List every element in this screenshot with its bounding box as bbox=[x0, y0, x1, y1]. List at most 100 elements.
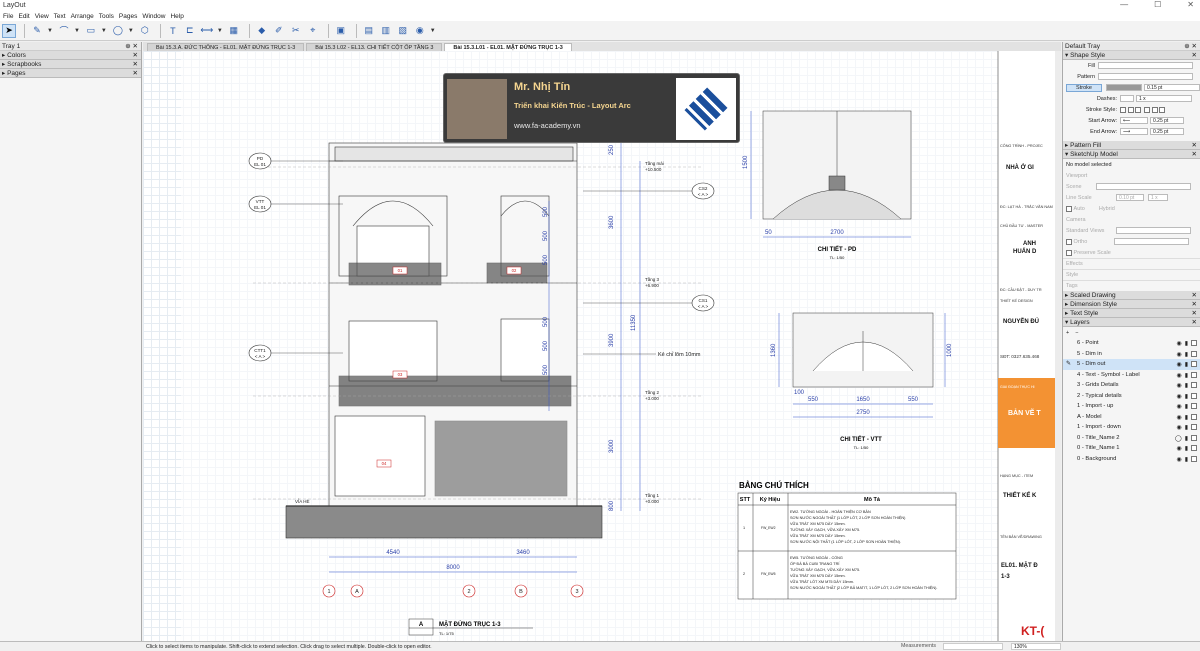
tab-doc-1[interactable]: Bài 15.3.A. ĐỨC THÔNG - EL01. MẶT ĐỨNG T… bbox=[147, 43, 305, 51]
measurements-input[interactable] bbox=[943, 643, 1003, 650]
layer-item[interactable]: 0 - Title_Name 1 ◉ ▮ bbox=[1063, 443, 1200, 454]
panel-scaled-drawing[interactable]: ▸ Scaled Drawing ✕ bbox=[1063, 291, 1200, 300]
menu-edit[interactable]: Edit bbox=[18, 13, 29, 20]
start-arrow-field[interactable]: ⟵ bbox=[1120, 117, 1148, 124]
line-tool-icon[interactable]: ✎ bbox=[30, 24, 44, 38]
arc-tool-icon[interactable]: ⌒ bbox=[57, 24, 71, 38]
menu-pages[interactable]: Pages bbox=[119, 13, 137, 20]
label-tool-icon[interactable]: ⊏ bbox=[183, 24, 197, 38]
layer-item[interactable]: 0 - Title_Name 2 ◯ ▮ bbox=[1063, 433, 1200, 444]
close-icon[interactable]: ✕ bbox=[1192, 300, 1197, 308]
menu-view[interactable]: View bbox=[35, 13, 49, 20]
start-arrow-size[interactable]: 0.25 pt bbox=[1150, 117, 1184, 124]
shared-icon[interactable] bbox=[1191, 371, 1197, 378]
minimize-button[interactable]: — bbox=[1120, 0, 1128, 9]
tags-label[interactable]: Tags bbox=[1066, 283, 1078, 289]
layer-item-selected[interactable]: ✎ 5 - Dim out ◉ ▮ bbox=[1063, 359, 1200, 370]
scene-select[interactable] bbox=[1096, 183, 1191, 190]
lock-icon[interactable]: ▮ bbox=[1185, 372, 1188, 379]
eye-icon[interactable]: ◉ bbox=[1176, 351, 1181, 358]
tab-doc-2[interactable]: Bài 15.3 L02 - EL13. CHI TIẾT CỘT ỐP TẦN… bbox=[306, 43, 443, 51]
shared-icon[interactable] bbox=[1191, 413, 1197, 420]
line-scale-x[interactable]: 1 x bbox=[1148, 194, 1168, 201]
eye-hidden-icon[interactable]: ◯ bbox=[1175, 435, 1182, 442]
document-icon[interactable]: ▥ bbox=[379, 24, 393, 38]
lock-icon[interactable]: ▮ bbox=[1185, 340, 1188, 347]
shared-icon[interactable] bbox=[1191, 382, 1197, 388]
circle-tool-icon[interactable]: ◯ bbox=[111, 24, 125, 38]
render-mode[interactable]: Hybrid bbox=[1099, 206, 1115, 212]
cap-round-icon[interactable] bbox=[1127, 106, 1134, 113]
join-round-icon[interactable] bbox=[1151, 106, 1158, 113]
panel-colors[interactable]: ▸ Colors ✕ bbox=[0, 51, 141, 60]
dimension-tool-icon[interactable]: ⟷ bbox=[200, 24, 214, 38]
lock-icon[interactable]: ▮ bbox=[1185, 361, 1188, 368]
layer-item[interactable]: 3 - Grids Details ◉ ▮ bbox=[1063, 380, 1200, 391]
remove-layer-icon[interactable]: − bbox=[1075, 330, 1078, 336]
panel-scrapbooks[interactable]: ▸ Scrapbooks ✕ bbox=[0, 60, 141, 69]
panel-shape-style[interactable]: ▾ Shape Style ✕ bbox=[1063, 51, 1200, 60]
zoom-select[interactable]: 130% bbox=[1011, 643, 1061, 650]
fill-swatch[interactable] bbox=[1098, 62, 1193, 69]
tray-pin-icon[interactable]: ⊕ ✕ bbox=[125, 42, 138, 50]
layer-item[interactable]: 0 - Background ◉ ▮ bbox=[1063, 454, 1200, 465]
layer-item[interactable]: 1 - Import - up ◉ ▮ bbox=[1063, 401, 1200, 412]
layer-item[interactable]: 1 - Import - down ◉ ▮ bbox=[1063, 422, 1200, 433]
close-icon[interactable]: ✕ bbox=[133, 51, 138, 59]
panel-dimension-style[interactable]: ▸ Dimension Style ✕ bbox=[1063, 300, 1200, 309]
layer-item[interactable]: 6 - Point ◉ ▮ bbox=[1063, 338, 1200, 349]
lock-icon[interactable]: ▮ bbox=[1185, 382, 1188, 389]
cap-square-icon[interactable] bbox=[1135, 106, 1142, 113]
ortho-scale-select[interactable] bbox=[1113, 238, 1189, 245]
shared-icon[interactable] bbox=[1191, 350, 1197, 357]
close-icon[interactable]: ✕ bbox=[1192, 309, 1197, 317]
menu-text[interactable]: Text bbox=[54, 13, 66, 20]
join-miter-icon[interactable] bbox=[1144, 106, 1151, 113]
shared-icon[interactable] bbox=[1191, 434, 1197, 441]
eraser-tool-icon[interactable]: ◆ bbox=[255, 24, 269, 38]
stroke-width-field[interactable]: 0.15 pt bbox=[1144, 84, 1200, 91]
menu-file[interactable]: File bbox=[3, 13, 13, 20]
close-icon[interactable]: ✕ bbox=[1192, 318, 1197, 326]
eye-icon[interactable]: ◉ bbox=[1176, 361, 1181, 368]
drawing-canvas[interactable]: Tầng mái +10.500 Tầng 3 +6.900 Tầng 2 +3… bbox=[143, 51, 1061, 641]
eye-icon[interactable]: ◉ bbox=[1176, 414, 1181, 421]
add-page-icon[interactable]: ▤ bbox=[362, 24, 376, 38]
eye-icon[interactable]: ◉ bbox=[1176, 382, 1181, 389]
dash-scale-field[interactable]: 1 x bbox=[1136, 95, 1192, 102]
lock-icon[interactable]: ▮ bbox=[1185, 403, 1188, 410]
layer-item[interactable]: 5 - Dim in ◉ ▮ bbox=[1063, 349, 1200, 360]
close-icon[interactable]: ✕ bbox=[1192, 150, 1197, 158]
lock-icon[interactable]: ▮ bbox=[1185, 414, 1188, 421]
tray-pin-icon[interactable]: ⊕ ✕ bbox=[1184, 42, 1197, 50]
table-tool-icon[interactable]: ▦ bbox=[227, 24, 241, 38]
close-icon[interactable]: ✕ bbox=[1192, 141, 1197, 149]
screen-share-icon[interactable]: ▣ bbox=[334, 24, 348, 38]
add-layer-icon[interactable]: + bbox=[1066, 330, 1069, 336]
menu-arrange[interactable]: Arrange bbox=[71, 13, 94, 20]
shared-icon[interactable] bbox=[1191, 403, 1197, 409]
shared-icon[interactable] bbox=[1191, 340, 1197, 346]
lock-icon[interactable]: ▮ bbox=[1185, 445, 1188, 452]
line-scale-field[interactable]: 0.10 pt bbox=[1116, 194, 1144, 201]
panel-pages[interactable]: ▸ Pages ✕ bbox=[0, 69, 141, 78]
style-label[interactable]: Style bbox=[1066, 272, 1078, 278]
maximize-button[interactable]: ☐ bbox=[1154, 0, 1161, 9]
close-icon[interactable]: ✕ bbox=[1192, 51, 1197, 59]
lock-icon[interactable]: ▮ bbox=[1185, 351, 1188, 358]
shared-icon[interactable] bbox=[1191, 361, 1197, 367]
shared-icon[interactable] bbox=[1191, 392, 1197, 399]
panel-text-style[interactable]: ▸ Text Style ✕ bbox=[1063, 309, 1200, 318]
end-arrow-field[interactable]: ⟶ bbox=[1120, 128, 1148, 135]
menu-window[interactable]: Window bbox=[142, 13, 165, 20]
stroke-toggle[interactable]: Stroke bbox=[1066, 83, 1102, 92]
lock-icon[interactable]: ▮ bbox=[1185, 456, 1188, 463]
menu-tools[interactable]: Tools bbox=[99, 13, 114, 20]
join-bevel-icon[interactable] bbox=[1159, 106, 1166, 113]
layer-item[interactable]: 2 - Typical details ◉ ▮ bbox=[1063, 391, 1200, 402]
vertical-scrollbar[interactable] bbox=[1055, 51, 1061, 641]
layer-item[interactable]: A - Model ◉ ▮ bbox=[1063, 412, 1200, 423]
stroke-swatch[interactable] bbox=[1106, 84, 1142, 91]
lock-icon[interactable]: ▮ bbox=[1185, 393, 1188, 400]
split-tool-icon[interactable]: ✂ bbox=[289, 24, 303, 38]
